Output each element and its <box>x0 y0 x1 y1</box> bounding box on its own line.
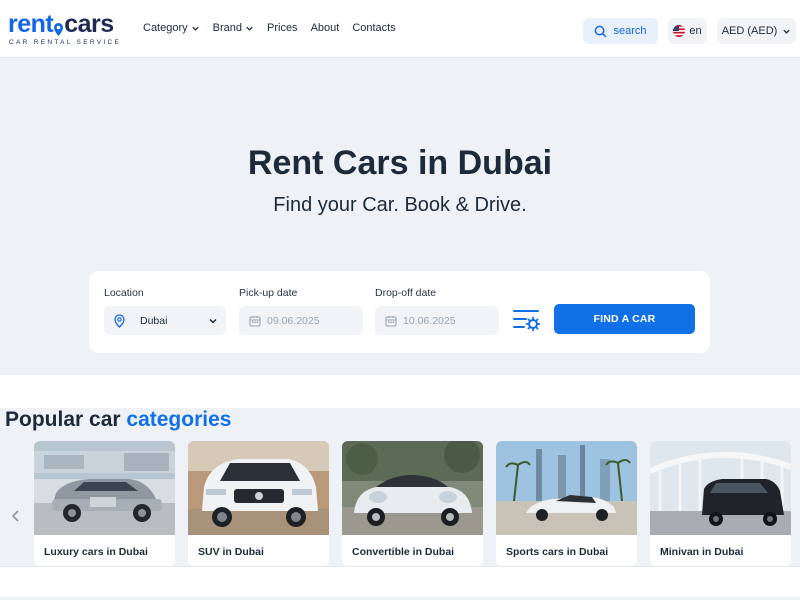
category-card-label: Luxury cars in Dubai <box>44 546 148 558</box>
category-card-convertible[interactable]: Convertible in Dubai <box>342 441 483 566</box>
site-header: rent cars CAR RENTAL SERVICE Category Bra… <box>0 0 800 58</box>
convertible-car-image <box>342 441 483 535</box>
logo-wordmark: rent cars <box>8 10 114 38</box>
nav-item-about[interactable]: About <box>311 22 340 34</box>
chevron-left-icon <box>11 510 19 522</box>
dropoff-date-input[interactable]: 10.06.2025 <box>375 306 499 335</box>
category-card-luxury[interactable]: Luxury cars in Dubai <box>34 441 175 566</box>
filter-settings-icon <box>513 310 541 332</box>
map-pin-icon <box>114 313 125 328</box>
category-card-label: SUV in Dubai <box>198 546 264 558</box>
search-form: Location Dubai Pick-up date 09.06.2025 D… <box>89 271 710 353</box>
nav-item-prices[interactable]: Prices <box>267 22 298 34</box>
nav-item-category[interactable]: Category <box>143 22 200 34</box>
popular-categories-section: Popular car categories Luxury cars in Du… <box>0 408 800 566</box>
nav-item-brand[interactable]: Brand <box>213 22 254 34</box>
chevron-down-icon <box>783 29 790 34</box>
nav-item-label: About <box>310 22 340 34</box>
dropoff-date-value: 10.06.2025 <box>403 314 456 327</box>
main-nav: Category Brand Prices About Contacts <box>143 22 396 34</box>
location-value: Dubai <box>140 314 168 327</box>
currency-switcher[interactable]: AED (AED) <box>717 18 796 44</box>
brand-logo[interactable]: rent cars CAR RENTAL SERVICE <box>8 10 130 50</box>
location-select[interactable]: Dubai <box>104 306 226 335</box>
hero-title: Rent Cars in Dubai <box>247 144 553 182</box>
chevron-down-icon <box>191 26 199 31</box>
chevron-down-icon <box>246 26 253 31</box>
language-switcher[interactable]: en <box>668 18 707 44</box>
categories-heading: Popular car categories <box>5 408 231 432</box>
suv-car-image <box>188 441 329 535</box>
calendar-icon <box>249 315 261 327</box>
nav-item-contacts[interactable]: Contacts <box>352 22 395 34</box>
categories-heading-part2: categories <box>126 408 232 431</box>
currency-label: AED (AED) <box>721 25 778 37</box>
logo-word-cars: cars <box>64 10 114 38</box>
search-button[interactable]: search <box>583 18 658 44</box>
category-card-label: Sports cars in Dubai <box>506 546 609 558</box>
nav-item-label: Prices <box>267 22 298 34</box>
pickup-date-value: 09.06.2025 <box>267 314 320 327</box>
chevron-down-icon <box>209 318 217 324</box>
carousel-prev-button[interactable] <box>8 508 24 524</box>
calendar-icon <box>385 315 397 327</box>
nav-item-label: Category <box>143 22 188 34</box>
logo-tagline: CAR RENTAL SERVICE <box>9 39 122 46</box>
logo-word-rent: rent <box>8 10 54 38</box>
hero-subtitle: Find your Car. Book & Drive. <box>273 194 527 216</box>
nav-item-label: Brand <box>212 22 242 34</box>
page-footer-band <box>0 566 800 600</box>
luxury-car-image <box>34 441 175 535</box>
section-divider <box>0 375 800 408</box>
filter-settings-button[interactable] <box>513 308 541 332</box>
location-label: Location <box>104 287 144 299</box>
minivan-car-image <box>650 441 791 535</box>
nav-item-label: Contacts <box>352 22 396 34</box>
category-card-minivan[interactable]: Minivan in Dubai <box>650 441 791 566</box>
pickup-date-input[interactable]: 09.06.2025 <box>239 306 363 335</box>
category-card-suv[interactable]: SUV in Dubai <box>188 441 329 566</box>
category-card-label: Minivan in Dubai <box>660 546 744 558</box>
language-label: en <box>689 25 702 37</box>
search-icon <box>595 25 607 37</box>
pickup-date-label: Pick-up date <box>239 287 298 299</box>
dropoff-date-label: Drop-off date <box>375 287 437 299</box>
find-a-car-button[interactable]: FIND A CAR <box>554 304 695 334</box>
map-pin-logo-icon <box>54 14 64 36</box>
hero-section: Rent Cars in Dubai Find your Car. Book &… <box>0 58 800 375</box>
categories-heading-part1: Popular car <box>5 408 121 431</box>
category-card-label: Convertible in Dubai <box>352 546 455 558</box>
search-button-label: search <box>613 25 647 37</box>
us-flag-icon <box>673 25 686 37</box>
category-card-sports[interactable]: Sports cars in Dubai <box>496 441 637 566</box>
sports-car-image <box>496 441 637 535</box>
